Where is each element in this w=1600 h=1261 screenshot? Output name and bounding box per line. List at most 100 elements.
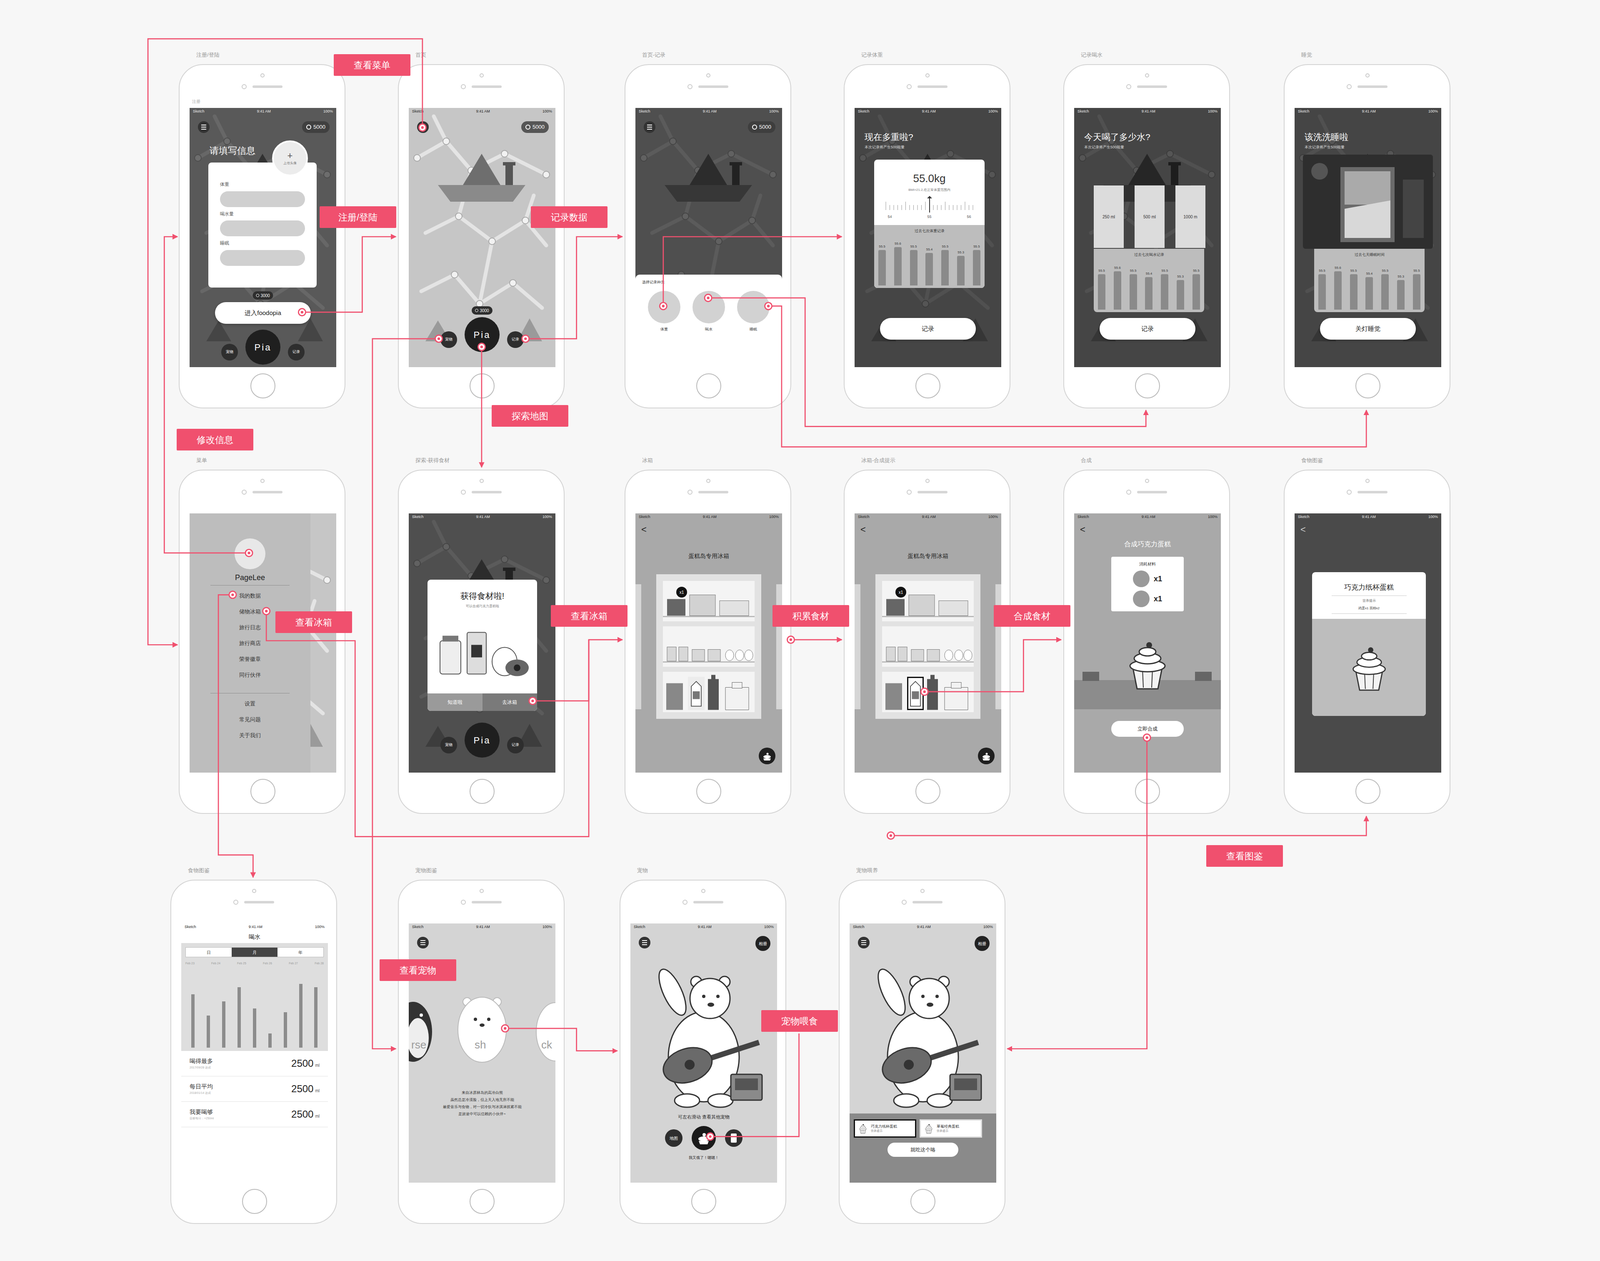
go-fridge-button[interactable]: 去冰箱 [482,693,538,711]
flow-annotation: 注册/登陆 [319,206,397,228]
menu-item[interactable]: 储物冰箱 [239,603,261,620]
screen-label: 宠物喂养 [856,866,878,875]
pet-name[interactable]: sh [474,1036,486,1053]
bar-column: 55.3 [1176,259,1185,310]
carrier-text: Sketch [857,514,870,520]
record-button[interactable]: 记录 [880,317,976,340]
menu-icon[interactable] [643,121,656,133]
menu-icon[interactable] [857,936,870,949]
back-button[interactable]: < [860,522,866,537]
stats-bars [185,968,324,1048]
menu-item[interactable]: 同行伙伴 [239,667,261,683]
pia-button[interactable]: Pia [464,317,500,353]
menu-item[interactable]: 旅行商店 [239,635,261,652]
home-button[interactable] [910,1188,936,1214]
home-button[interactable] [242,1188,268,1214]
time-text: 9:41 AM [922,108,936,115]
center-group: Pia [245,329,281,365]
confirm-feed-button[interactable]: 就吃这个咯 [887,1142,959,1157]
menu-item[interactable]: 荣誉徽章 [239,651,261,668]
home-button[interactable] [1135,778,1160,804]
milk-carton[interactable] [687,676,705,710]
chart-card: 过去七天睡眠时间55.555.655.555.455.555.355.5 [1314,248,1425,313]
home-button[interactable] [915,778,941,804]
pia-button[interactable]: Pia [245,329,281,365]
menu-footer-item[interactable]: 常见问题 [239,711,261,728]
menu-icon[interactable] [417,121,429,133]
pet-button[interactable]: 宠物 [440,331,458,348]
pet-name[interactable]: rse [411,1036,427,1053]
axis-label: Feb 25 [237,961,247,966]
back-button[interactable]: < [641,522,647,537]
status-bar: Sketch9:41 AM100% [408,923,556,931]
home-button[interactable] [691,1188,717,1214]
menu-footer-item[interactable]: 设置 [244,695,256,712]
record-button[interactable]: 记录 [507,736,524,754]
energy-badge: 3000 [471,306,493,315]
home-button[interactable] [469,1188,495,1214]
home-button[interactable] [250,373,276,399]
volume-option[interactable]: 250 ml [1093,185,1124,248]
home-button[interactable] [469,778,495,804]
record-button[interactable]: 记录 [507,331,524,348]
avatar[interactable] [234,538,266,570]
menu-icon[interactable] [417,936,429,949]
feed-cake-icon[interactable] [691,1125,716,1150]
avatar-upload[interactable]: +上传头像 [272,140,308,177]
fridge-icon[interactable] [725,1129,743,1147]
volume-option[interactable]: 1000 m [1175,185,1206,248]
pet-button[interactable]: 宠物 [221,343,238,361]
home-button[interactable] [696,373,722,399]
record-option[interactable]: 睡眠 [737,290,770,333]
menu-item[interactable]: 我的数据 [239,587,261,604]
pia-button[interactable]: Pia [464,722,500,758]
compose-button[interactable]: 立即合成 [1111,720,1184,737]
menu-line [861,944,867,945]
map-button[interactable]: 地图 [665,1129,683,1147]
popup-buttons: 知道啦去冰箱 [427,693,538,711]
menu-footer-item[interactable]: 关于我们 [239,727,261,744]
cake-icon [758,747,776,765]
menu-item[interactable]: 旅行日志 [239,619,261,636]
home-button[interactable] [469,373,495,399]
record-option[interactable]: 喝水 [692,290,725,333]
ruler-scale [883,195,976,215]
pet-button[interactable]: 宠物 [440,736,458,754]
home-button[interactable] [696,778,722,804]
enter-button[interactable]: 进入foodopia [215,302,311,324]
menu-icon[interactable] [638,936,651,949]
range-tab[interactable]: 年 [277,947,324,957]
axis-label: Feb 23 [185,961,195,966]
range-tab[interactable]: 日 [185,947,232,957]
home-button[interactable] [1355,778,1381,804]
album-button[interactable]: 相册 [755,935,771,951]
dismiss-button[interactable]: 知道啦 [427,693,483,711]
pet-name[interactable]: ck [541,1036,553,1053]
menu-line [420,128,426,130]
food-option[interactable]: 巧克力纸杯蛋糕营养提示 [853,1119,917,1138]
album-button[interactable]: 相册 [974,935,990,951]
text-field[interactable] [220,191,305,208]
text-field[interactable] [220,220,305,237]
back-button[interactable]: < [1080,522,1086,537]
back-button[interactable]: < [1300,522,1306,537]
milk-carton[interactable] [907,676,924,710]
home-button[interactable] [915,373,941,399]
menu-line [642,944,648,945]
record-button[interactable]: 记录 [287,343,305,361]
text-field[interactable] [220,250,305,266]
record-button[interactable]: 记录 [1099,317,1196,340]
volume-option[interactable]: 500 ml [1134,185,1165,248]
menu-icon[interactable] [197,121,210,133]
sleep-button[interactable]: 关灯睡觉 [1320,317,1416,340]
home-button[interactable] [250,778,276,804]
home-button[interactable] [1355,373,1381,399]
weight-value: 55.0kg [912,170,946,187]
record-options: 体重喝水睡眠 [642,290,776,333]
sensor-dot [241,489,247,495]
record-option[interactable]: 体重 [647,290,681,333]
cake-icon [977,747,995,765]
range-tab[interactable]: 月 [231,947,278,957]
food-option[interactable]: 草莓经典蛋糕营养提示 [919,1119,983,1138]
home-button[interactable] [1135,373,1160,399]
